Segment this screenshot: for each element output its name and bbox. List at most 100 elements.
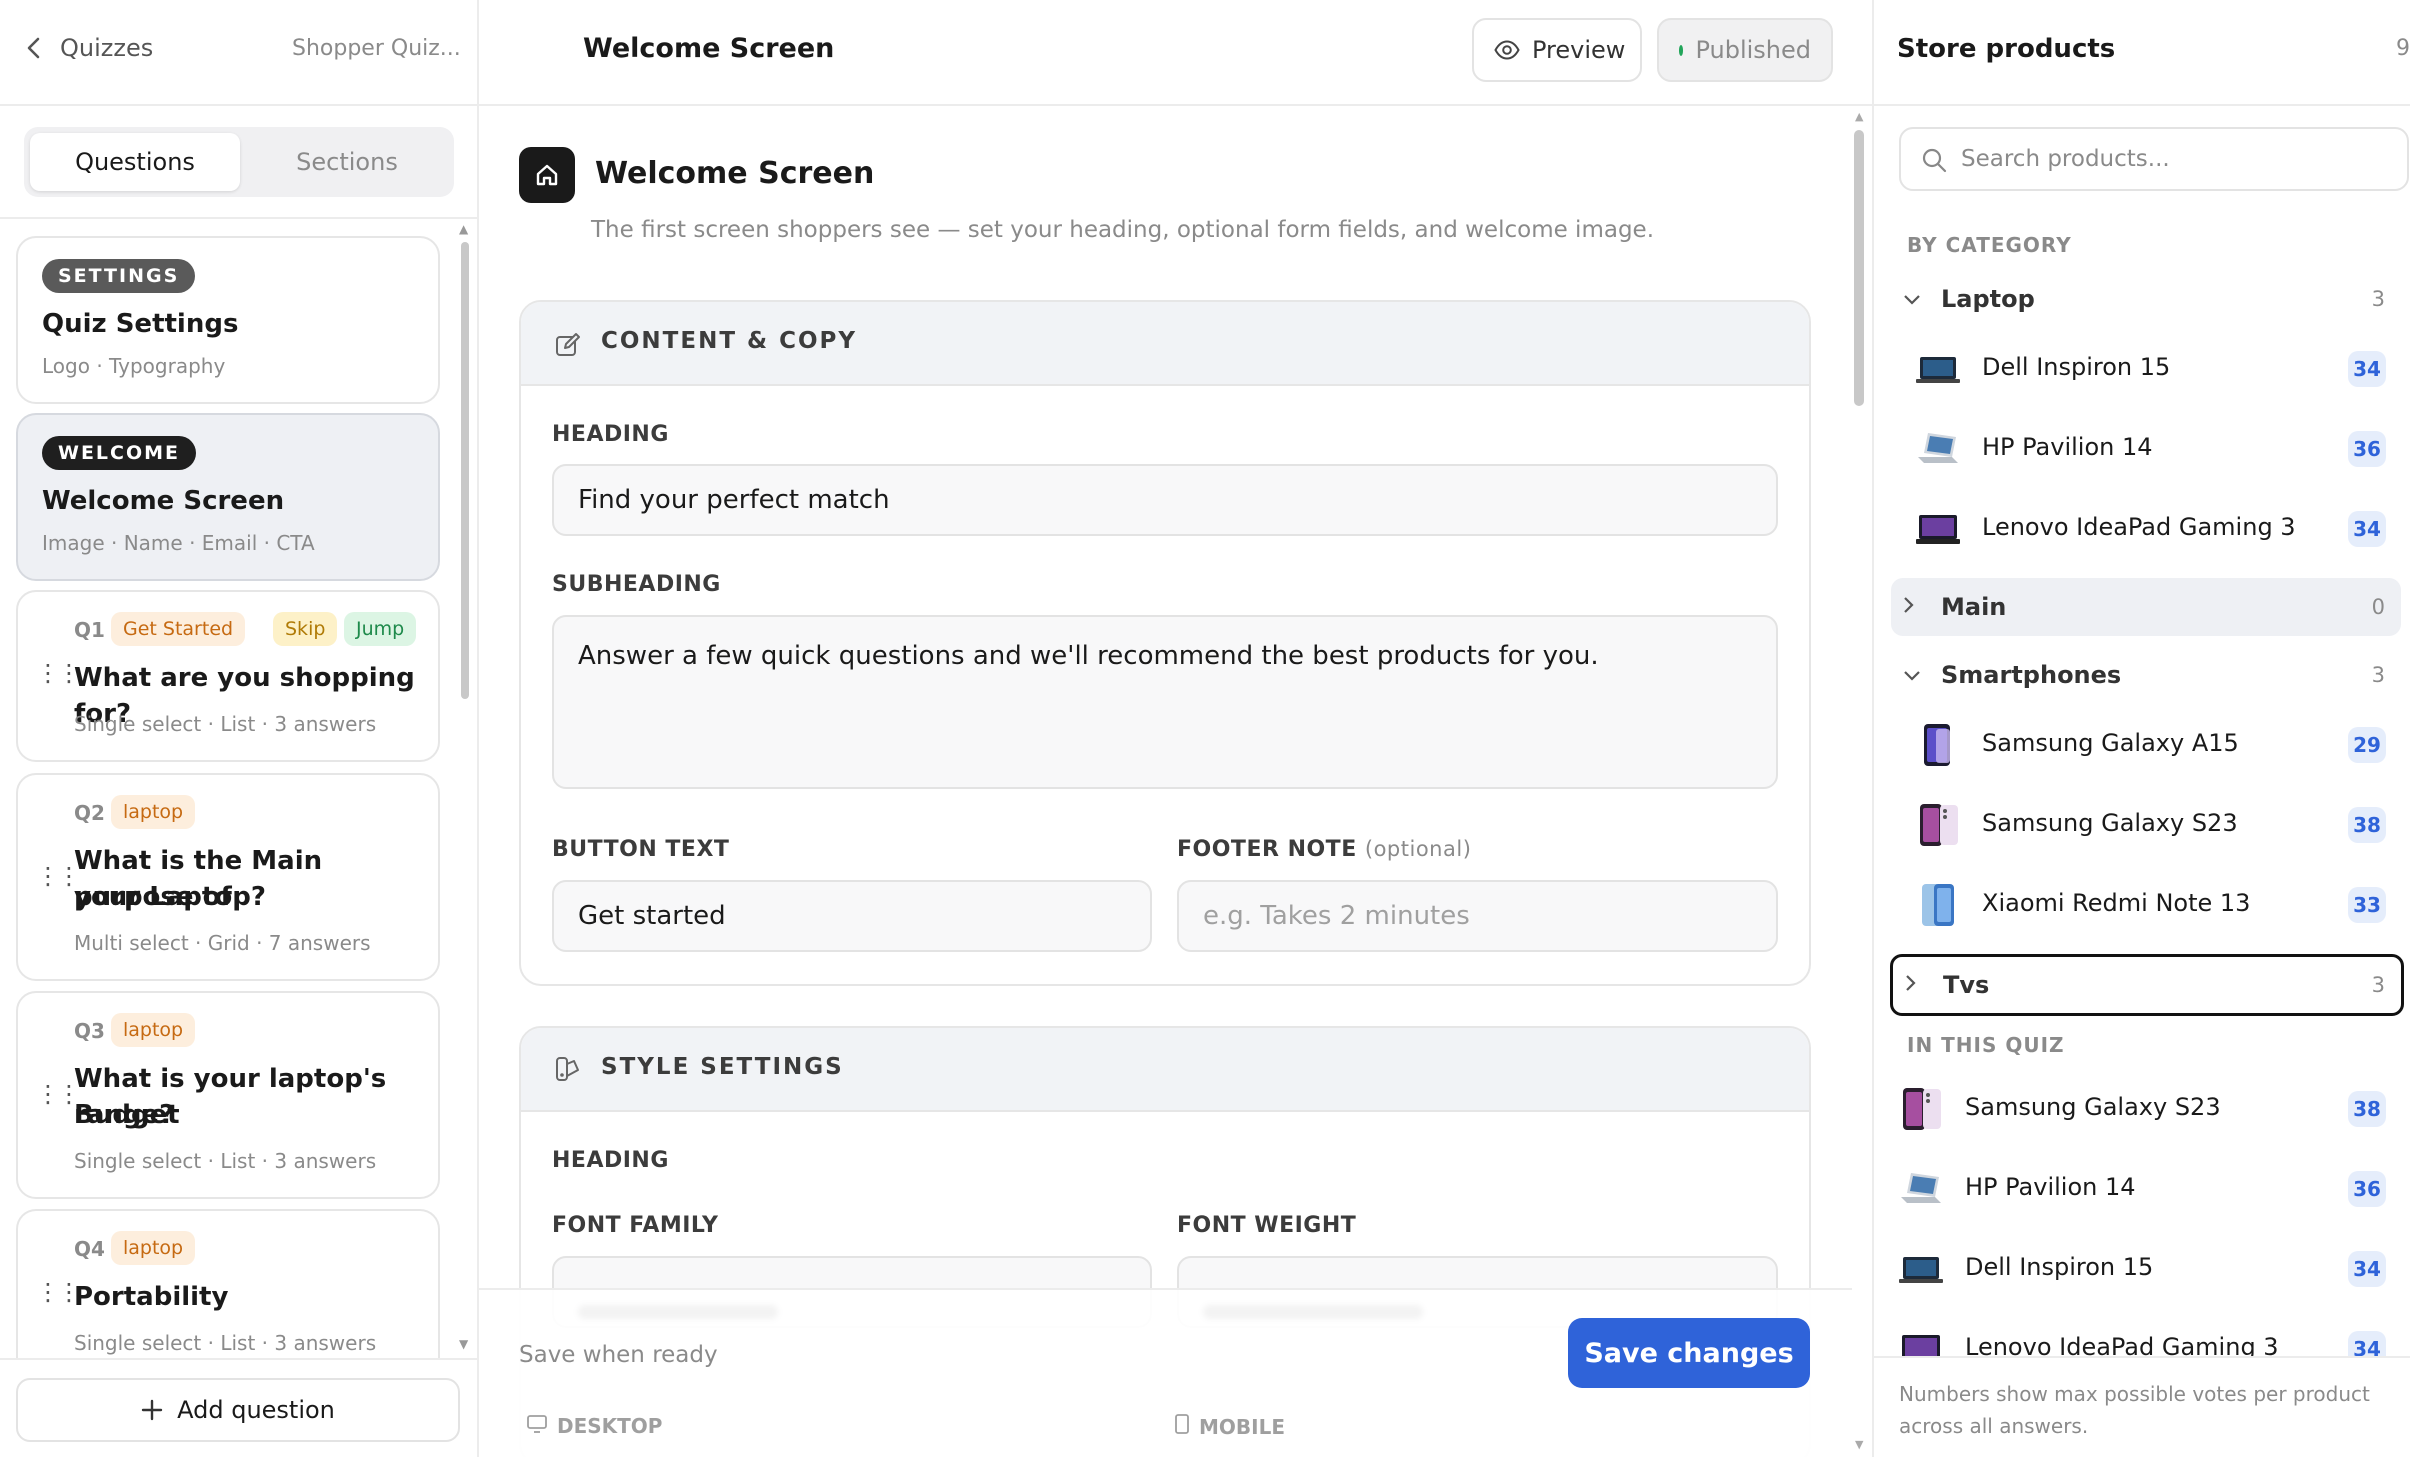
category-laptop[interactable]: Laptop 3 (1891, 270, 2401, 328)
search-placeholder: Search products... (1961, 146, 2170, 172)
quiz-product-row[interactable]: Samsung Galaxy S23 38 (1897, 1074, 2394, 1144)
tag-laptop: laptop (111, 1231, 196, 1265)
add-question-button[interactable]: Add question (16, 1378, 460, 1442)
optional-hint: (optional) (1364, 837, 1472, 861)
tab-questions[interactable]: Questions (30, 133, 240, 191)
products-title: Store products (1897, 34, 2116, 64)
subheading-textarea[interactable]: Answer a few quick questions and we'll r… (552, 615, 1778, 789)
laptop-thumbnail-icon (1914, 345, 1962, 393)
heading-input[interactable]: Find your perfect match (552, 464, 1778, 536)
product-row[interactable]: Dell Inspiron 15 34 (1914, 334, 2394, 404)
votes-badge: 38 (2348, 807, 2386, 843)
page-description: The first screen shoppers see — set your… (591, 217, 1655, 243)
product-row[interactable]: Samsung Galaxy A15 29 (1914, 710, 2394, 780)
tab-sections[interactable]: Sections (246, 133, 448, 191)
product-search-input[interactable]: Search products... (1899, 127, 2409, 191)
product-name: Samsung Galaxy S23 (1965, 1093, 2221, 1121)
preview-button[interactable]: Preview (1472, 18, 1642, 82)
product-name: Samsung Galaxy A15 (1982, 729, 2239, 757)
quiz-product-row[interactable]: Dell Inspiron 15 34 (1897, 1234, 2394, 1304)
section-title: STYLE SETTINGS (601, 1054, 844, 1080)
section-header[interactable]: CONTENT & COPY (521, 302, 1809, 386)
card-title: Quiz Settings (42, 309, 239, 339)
save-changes-button[interactable]: Save changes (1568, 1318, 1810, 1388)
save-status: Save when ready (519, 1342, 718, 1368)
products-footnote-area: Numbers show max possible votes per prod… (1874, 1356, 2410, 1457)
editor-panel: Welcome Screen Preview Published Welcome… (479, 0, 1872, 1457)
editor-scrollbar[interactable] (1854, 130, 1864, 406)
scroll-down-arrow-icon[interactable]: ▼ (459, 1337, 468, 1351)
tag-jump: Jump (344, 612, 417, 646)
product-row[interactable]: Lenovo IdeaPad Gaming 3 34 (1914, 494, 2394, 564)
plus-icon (141, 1399, 163, 1421)
desktop-label-row: DESKTOP (527, 1414, 662, 1438)
question-meta: Single select · List · 3 answers (74, 1149, 377, 1173)
question-number: Q3 (74, 1019, 105, 1043)
votes-badge: 34 (2348, 351, 2386, 387)
home-icon (519, 147, 575, 203)
chevron-down-icon (1903, 287, 1921, 311)
scroll-down-arrow-icon[interactable]: ▼ (1855, 1438, 1863, 1451)
back-label: Quizzes (60, 34, 154, 62)
chevron-right-icon (1903, 595, 1915, 619)
quiz-name: Shopper Quiz... (292, 36, 461, 61)
subheading-label: SUBHEADING (552, 572, 721, 597)
question-meta: Single select · List · 3 answers (74, 712, 377, 736)
category-count: 3 (2371, 287, 2385, 311)
product-row[interactable]: Samsung Galaxy S23 38 (1914, 790, 2394, 860)
category-main[interactable]: Main 0 (1891, 578, 2401, 636)
scroll-up-arrow-icon[interactable]: ▲ (1855, 110, 1863, 123)
products-header: Store products 9 (1874, 0, 2410, 106)
sidebar-header: Quizzes Shopper Quiz... (0, 0, 477, 106)
sidebar-tabs: Questions Sections (24, 127, 454, 197)
drag-handle-icon[interactable]: ⋮⋮ (36, 661, 81, 685)
published-dot (1679, 44, 1684, 56)
button-text-input[interactable]: Get started (552, 880, 1152, 952)
card-subtitle: Logo · Typography (42, 354, 226, 378)
published-status-button[interactable]: Published (1657, 18, 1833, 82)
mobile-label: MOBILE (1199, 1414, 1285, 1439)
question-card-q1[interactable]: Q1 Get Started Skip Jump ⋮⋮ What are you… (16, 590, 440, 762)
votes-badge: 34 (2348, 1251, 2386, 1287)
style-heading-label: HEADING (552, 1148, 669, 1173)
settings-pill: SETTINGS (42, 259, 196, 293)
phone-thumbnail-icon (1914, 801, 1962, 849)
footer-note-input[interactable]: e.g. Takes 2 minutes (1177, 880, 1778, 952)
drag-handle-icon[interactable]: ⋮⋮ (36, 864, 81, 888)
sidebar-scrollbar[interactable] (461, 242, 469, 699)
question-number: Q4 (74, 1237, 105, 1261)
product-row[interactable]: HP Pavilion 14 36 (1914, 414, 2394, 484)
content-copy-section: CONTENT & COPY HEADING Find your perfect… (519, 300, 1811, 986)
laptop-thumbnail-icon (1914, 505, 1962, 553)
palette-icon (555, 1056, 581, 1088)
quiz-settings-card[interactable]: SETTINGS Quiz Settings Logo · Typography (16, 236, 440, 404)
footer-note-label: FOOTER NOTE (optional) (1177, 837, 1471, 862)
welcome-screen-card[interactable]: WELCOME Welcome Screen Image · Name · Em… (16, 413, 440, 581)
question-number: Q1 (74, 618, 105, 642)
category-name: Main (1941, 593, 2007, 621)
back-to-quizzes[interactable]: Quizzes (26, 34, 153, 62)
category-tvs[interactable]: Tvs 3 (1890, 954, 2404, 1016)
drag-handle-icon[interactable]: ⋮⋮ (36, 1280, 81, 1304)
header-title: Welcome Screen (583, 33, 835, 64)
phone-thumbnail-icon (1897, 1085, 1945, 1133)
drag-handle-icon[interactable]: ⋮⋮ (36, 1082, 81, 1106)
mobile-label-row: MOBILE (1175, 1414, 1285, 1439)
questions-sidebar: Quizzes Shopper Quiz... Questions Sectio… (0, 0, 479, 1457)
search-icon (1921, 147, 1947, 179)
category-smartphones[interactable]: Smartphones 3 (1891, 646, 2401, 704)
votes-badge: 33 (2348, 887, 2386, 923)
desktop-label: DESKTOP (557, 1414, 663, 1438)
phone-thumbnail-icon (1914, 721, 1962, 769)
product-row[interactable]: Xiaomi Redmi Note 13 33 (1914, 870, 2394, 940)
tag-laptop: laptop (111, 795, 196, 829)
quiz-product-row[interactable]: HP Pavilion 14 36 (1897, 1154, 2394, 1224)
section-header[interactable]: STYLE SETTINGS (521, 1028, 1809, 1112)
question-title-line2: your Laptop? (74, 882, 266, 912)
products-count: 9 (2396, 36, 2410, 61)
scroll-up-arrow-icon[interactable]: ▲ (459, 222, 468, 236)
question-card-q2[interactable]: Q2 laptop ⋮⋮ What is the Main purpose of… (16, 773, 440, 981)
products-footnote: Numbers show max possible votes per prod… (1899, 1382, 2370, 1438)
product-name: Dell Inspiron 15 (1965, 1253, 2154, 1281)
question-card-q3[interactable]: Q3 laptop ⋮⋮ What is your laptop's Budge… (16, 991, 440, 1199)
